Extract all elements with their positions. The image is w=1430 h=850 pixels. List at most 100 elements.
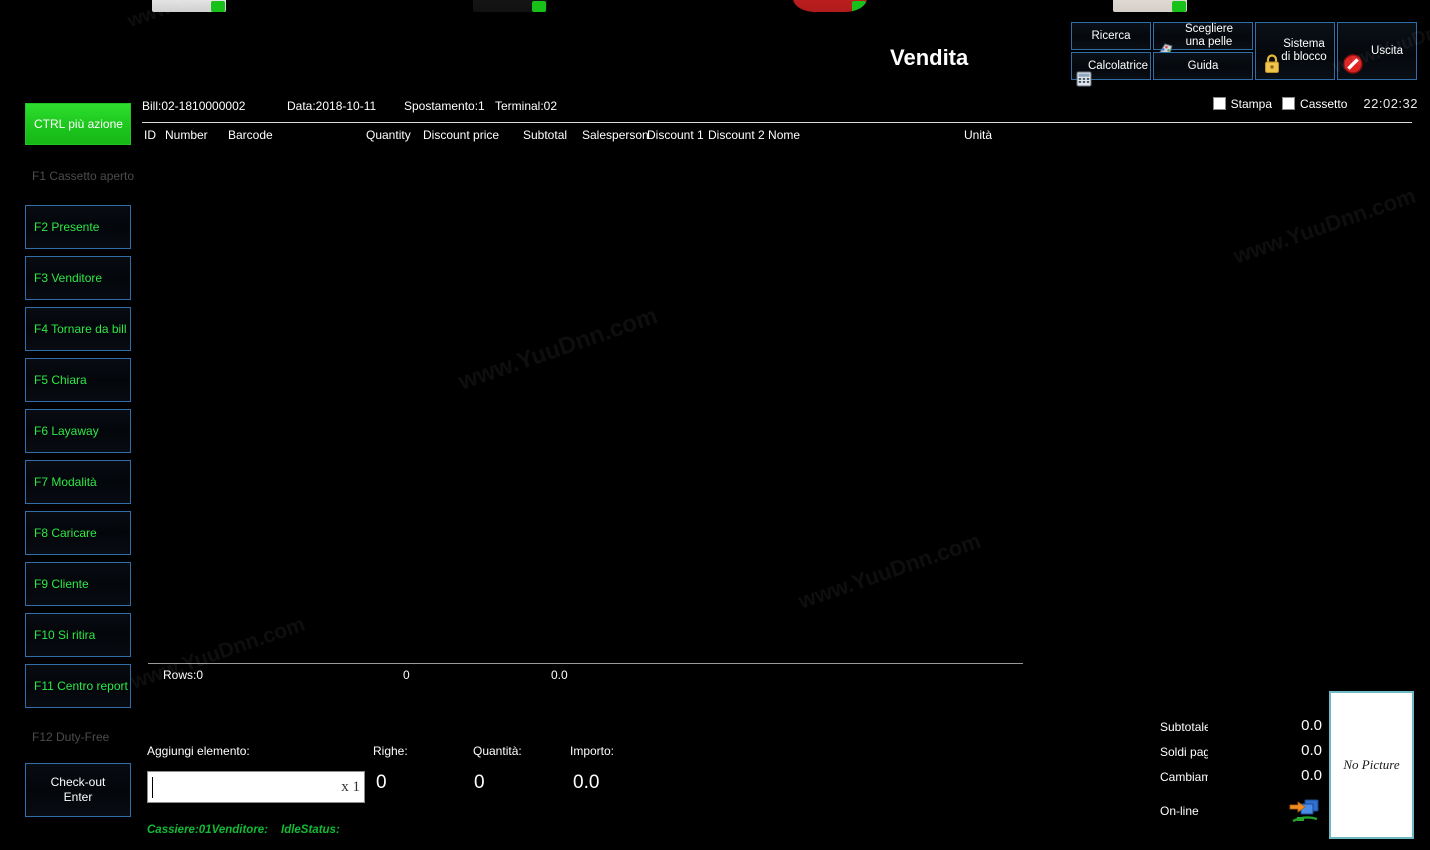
add-item-label: Aggiungi elemento:: [147, 744, 250, 758]
total-row-soldi-pagati: Soldi paga 0.0: [1160, 742, 1330, 765]
checkout-button[interactable]: Check-out Enter: [25, 763, 131, 817]
sidebar-item-label: F5 Chiara: [34, 373, 87, 387]
toolbar-col-2: Scegliere una pelle Guida: [1153, 22, 1253, 80]
sidebar-item-label: F1 Cassetto aperto: [32, 169, 135, 183]
product-image-placeholder: No Picture: [1329, 691, 1414, 839]
sidebar-item-f10-si-ritira[interactable]: F10 Si ritira: [25, 613, 131, 657]
total-row-subtotale: Subtotale 0.0: [1160, 717, 1330, 740]
column-header-barcode: Barcode: [228, 128, 273, 142]
grid-quantity-total: 0: [403, 668, 410, 682]
column-header-unita: Unità: [964, 128, 993, 142]
thumbnail-item[interactable]: [473, 0, 547, 12]
sidebar-item-f12-duty-free: F12 Duty-Free: [32, 727, 152, 747]
items-grid[interactable]: [142, 148, 1414, 663]
sidebar-item-label: F2 Presente: [34, 220, 100, 234]
calculator-icon: [1076, 58, 1092, 87]
sidebar: CTRL più azione F1 Cassetto aperto F2 Pr…: [0, 100, 140, 850]
importo-label: Importo:: [570, 744, 615, 758]
thumbnail-badge: [211, 1, 225, 12]
column-header-disc-price: Discount price: [423, 128, 500, 142]
grid-rows-count: Rows:0: [163, 668, 204, 682]
bill-number: Bill:02-1810000002: [142, 99, 246, 113]
column-header-id: ID: [144, 128, 156, 142]
divider-grid-bottom: [148, 663, 1023, 664]
lock-system-button-label: Sistema di blocco: [1281, 38, 1327, 63]
bill-terminal: Terminal:02: [495, 99, 558, 113]
toolbar: Ricerca Calcolatrice Scegliere una pelle…: [1071, 22, 1417, 87]
toolbar-col-1: Ricerca Calcolatrice: [1071, 22, 1151, 87]
exit-button-label: Uscita: [1371, 44, 1403, 57]
choose-skin-button-label: Scegliere una pelle: [1185, 23, 1233, 48]
lock-system-button[interactable]: Sistema di blocco: [1255, 22, 1335, 80]
sidebar-item-f6-layaway[interactable]: F6 Layaway: [25, 409, 131, 453]
sidebar-item-label: F6 Layaway: [34, 424, 99, 438]
sidebar-item-f3-venditore[interactable]: F3 Venditore: [25, 256, 131, 300]
add-item-input[interactable]: x 1: [147, 771, 365, 803]
checkout-button-label: Check-out Enter: [50, 775, 106, 804]
total-label: Subtotale: [1160, 720, 1208, 734]
sidebar-item-f9-cliente[interactable]: F9 Cliente: [25, 562, 131, 606]
bill-info-bar: Bill:02-1810000002 Data:2018-10-11 Spost…: [142, 99, 1202, 119]
importo-value: 0.0: [573, 772, 600, 793]
thumbnail-item[interactable]: [152, 0, 226, 12]
thumbnail-item[interactable]: [1113, 0, 1187, 12]
column-header-quantity: Quantity: [366, 128, 411, 142]
choose-skin-button[interactable]: Scegliere una pelle: [1153, 22, 1253, 54]
clock-display: 22:02:32: [1363, 96, 1418, 111]
sidebar-item-f5-chiara[interactable]: F5 Chiara: [25, 358, 131, 402]
total-value: 0.0: [1301, 742, 1322, 759]
sidebar-item-f2-presente[interactable]: F2 Presente: [25, 205, 131, 249]
righe-value: 0: [376, 772, 387, 793]
page-title: Vendita: [890, 45, 969, 70]
sidebar-item-f11-centro-report[interactable]: F11 Centro report: [25, 664, 131, 708]
drawer-checkbox[interactable]: Cassetto: [1282, 97, 1347, 111]
sidebar-item-f8-caricare[interactable]: F8 Caricare: [25, 511, 131, 555]
pos-sale-window: Vendita Ricerca Calcolatrice Scegliere u…: [0, 0, 1430, 850]
bill-shift: Spostamento:1: [404, 99, 485, 113]
righe-label: Righe:: [373, 744, 408, 758]
guide-button-label: Guida: [1187, 59, 1219, 72]
grid-header: ID Number Barcode Quantity Discount pric…: [142, 128, 1412, 146]
print-checkbox-label: Stampa: [1230, 96, 1273, 111]
exit-button[interactable]: Uscita: [1337, 22, 1417, 80]
thumbnail-strip: [0, 0, 1430, 12]
search-button[interactable]: Ricerca: [1071, 22, 1151, 50]
sidebar-item-ctrl-action[interactable]: CTRL più azione: [25, 103, 131, 145]
total-value: 0.0: [1301, 717, 1322, 734]
idle-status: IdleStatus:: [281, 824, 340, 836]
checkbox-box[interactable]: [1282, 97, 1296, 110]
quantita-label: Quantità:: [473, 744, 522, 758]
no-picture-label: No Picture: [1343, 757, 1400, 772]
column-header-number: Number: [165, 128, 208, 142]
grid-amount-total: 0.0: [551, 668, 568, 682]
thumbnail-badge: [852, 1, 866, 12]
sidebar-item-f7-modalita[interactable]: F7 Modalità: [25, 460, 131, 504]
sidebar-item-label: F3 Venditore: [34, 271, 103, 285]
thumbnail-item[interactable]: [793, 0, 867, 12]
guide-button[interactable]: Guida: [1153, 52, 1253, 80]
exit-forbidden-icon: [1342, 40, 1364, 74]
print-drawer-options: Stampa Cassetto 22:02:32: [1212, 96, 1418, 111]
column-header-discount-1: Discount 1: [647, 128, 704, 142]
sidebar-item-label: F8 Caricare: [34, 526, 97, 540]
grid-footer: Rows:0 0 0.0: [148, 668, 1028, 686]
sidebar-item-label: CTRL più azione: [34, 117, 123, 131]
thumbnail-badge: [1172, 1, 1186, 12]
total-value: 0.0: [1301, 767, 1322, 784]
bill-date: Data:2018-10-11: [287, 99, 377, 113]
sidebar-item-label: F7 Modalità: [34, 475, 97, 489]
sidebar-item-f1-cassetto-aperto: F1 Cassetto aperto: [32, 166, 152, 186]
print-checkbox[interactable]: Stampa: [1212, 96, 1273, 111]
text-caret: [152, 777, 153, 798]
toolbar-col-4: Uscita: [1337, 22, 1417, 80]
calculator-button[interactable]: Calcolatrice: [1071, 52, 1151, 87]
total-label: Cambiame: [1160, 770, 1208, 784]
column-header-salesperson: Salesperson: [582, 128, 649, 142]
checkbox-box[interactable]: [1212, 97, 1226, 110]
total-row-cambiamento: Cambiame 0.0: [1160, 767, 1330, 790]
sidebar-item-f4-tornare-da-bill[interactable]: F4 Tornare da bill: [25, 307, 131, 351]
lock-icon: [1262, 40, 1282, 73]
column-header-discount-2: Discount 2 Nome: [708, 128, 801, 142]
network-online-icon: [1288, 796, 1322, 829]
quantita-value: 0: [474, 772, 485, 793]
